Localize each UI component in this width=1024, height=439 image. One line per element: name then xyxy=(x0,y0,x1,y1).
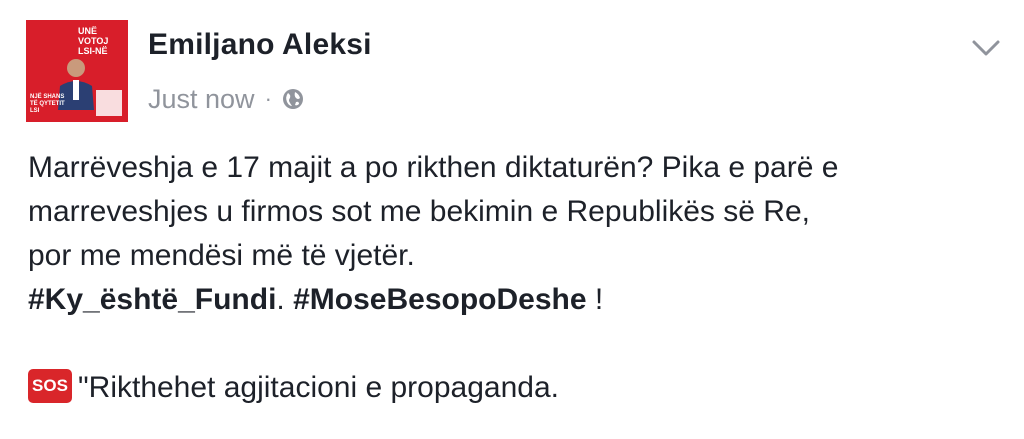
facebook-post: UNË VOTOJ LSI-NË NJË SHANS TË QYTETIT LS… xyxy=(0,0,1024,439)
hashtag-link[interactable]: #MoseBesopoDeshe xyxy=(293,283,586,316)
hashtag-link[interactable]: #Ky_është_Fundi xyxy=(28,283,276,316)
post-meta: Just now · xyxy=(148,82,304,116)
avatar-party-logo xyxy=(96,90,122,116)
avatar-caption: NJË SHANS TË QYTETIT LSI xyxy=(30,94,65,114)
hashtag-line: #Ky_është_Fundi. #MoseBesopoDeshe ! xyxy=(28,278,1008,322)
post-text-fragment: "Rikthehet agjitacioni e propaganda. xyxy=(78,371,559,404)
post-text-line: por me mendësi më të vjetër. xyxy=(28,239,415,272)
sos-emoji-icon: SOS xyxy=(28,369,72,404)
post-timestamp[interactable]: Just now xyxy=(148,84,255,115)
hashtag-end: ! xyxy=(586,283,604,316)
chevron-down-icon[interactable] xyxy=(968,36,1004,60)
post-text-line: marreveshjes u firmos sot me bekimin e R… xyxy=(28,195,810,228)
meta-separator: · xyxy=(264,86,272,111)
author-name[interactable]: Emiljano Aleksi xyxy=(148,28,372,62)
post-text-line: Marrëveshja e 17 majit a po rikthen dikt… xyxy=(28,151,839,184)
avatar-slogan: UNË VOTOJ LSI-NË xyxy=(78,26,109,56)
post-body: Marrëveshja e 17 majit a po rikthen dikt… xyxy=(28,146,1008,410)
post-text-line: SOS "Rikthehet agjitacioni e propaganda. xyxy=(28,366,1008,410)
author-avatar[interactable]: UNË VOTOJ LSI-NË NJË SHANS TË QYTETIT LS… xyxy=(26,20,128,122)
hashtag-separator: . xyxy=(276,283,294,316)
globe-icon[interactable] xyxy=(282,88,304,110)
